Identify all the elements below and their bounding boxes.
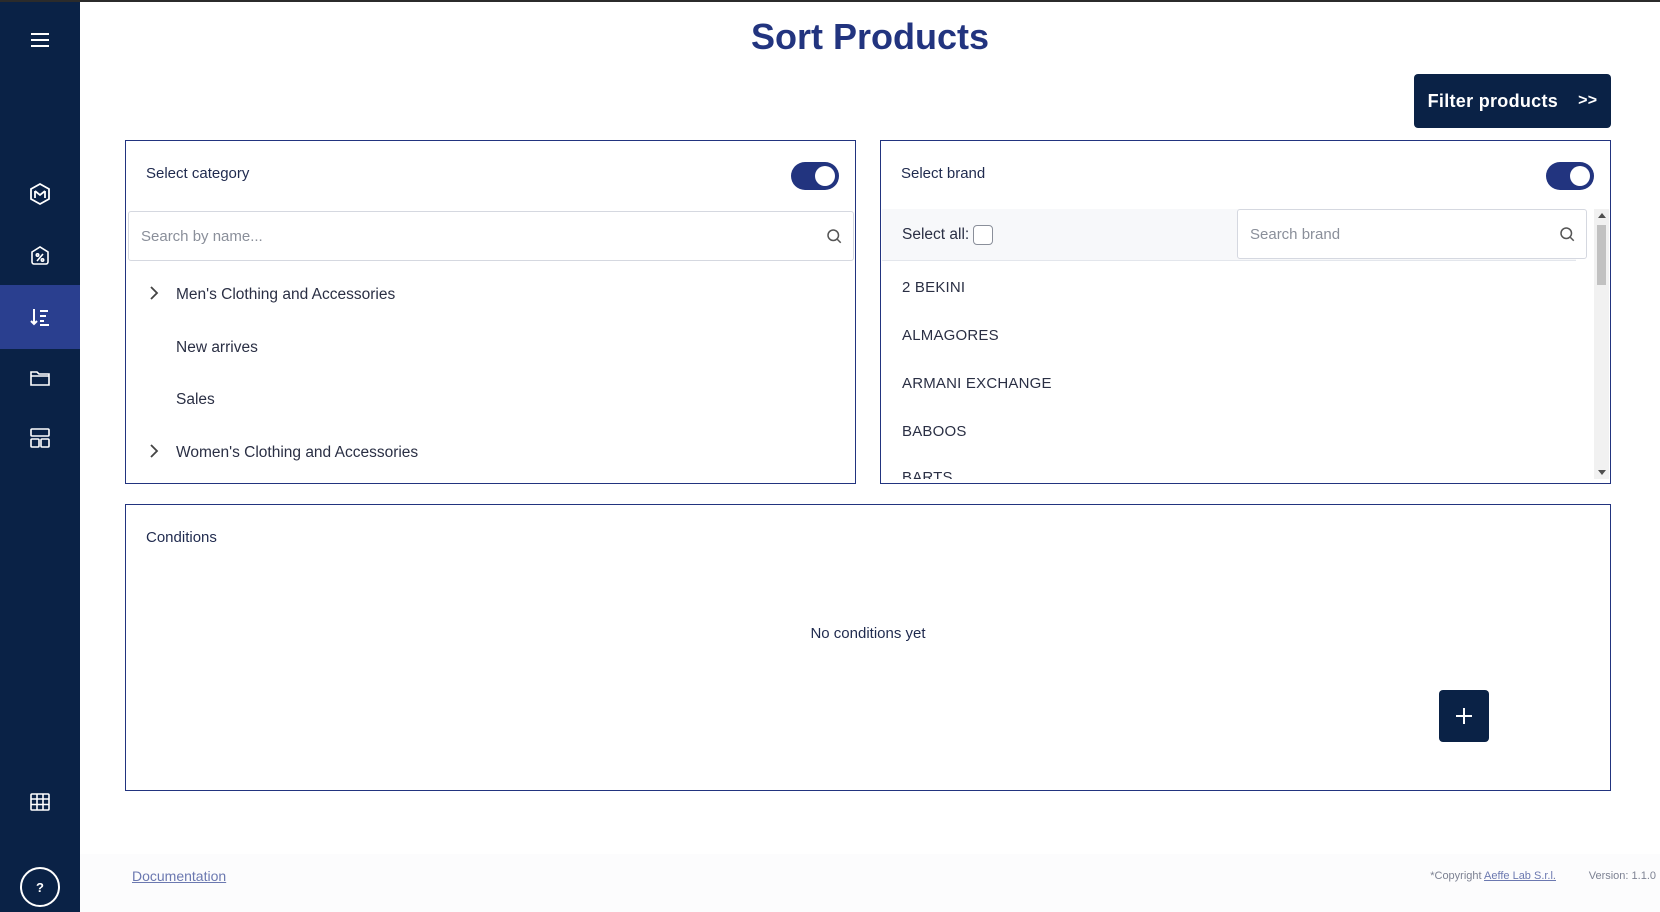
add-condition-button[interactable] [1439,690,1489,742]
brand-search-box [1237,209,1587,259]
sidebar-item-discounts[interactable] [0,224,80,288]
scroll-up-icon[interactable] [1598,213,1606,218]
brand-item[interactable]: BARTS [902,469,953,479]
copyright: *Copyright Aeffe Lab S.r.l. [1430,870,1556,882]
chevron-right-icon[interactable] [148,444,160,458]
sidebar-item-sort-products[interactable] [0,285,80,349]
sidebar: ? [0,2,80,912]
category-panel-title: Select category [146,165,250,182]
copyright-prefix: *Copyright [1430,870,1482,882]
help-icon: ? [36,879,44,895]
footer: Documentation *Copyright Aeffe Lab S.r.l… [80,854,1660,912]
empty-conditions-message: No conditions yet [810,625,926,642]
search-icon[interactable] [1558,225,1576,243]
category-item[interactable]: New arrives [176,339,258,357]
brand-panel: Select brand Select all: 2 BEKINI ALMAGO… [880,140,1611,484]
table-icon [30,793,50,811]
brand-item[interactable]: ALMAGORES [902,327,999,344]
brand-panel-title: Select brand [901,165,986,182]
sidebar-item-home[interactable] [0,162,80,226]
brand-list-header: Select all: [882,209,1587,261]
company-link[interactable]: Aeffe Lab S.r.l. [1484,870,1556,882]
filter-products-label: Filter products [1427,90,1559,111]
sidebar-item-layouts[interactable] [0,406,80,470]
documentation-link[interactable]: Documentation [132,868,226,884]
layout-icon [30,428,50,448]
category-search-box [128,211,854,261]
discount-tag-icon [31,246,49,265]
main-content: Sort Products Filter products >> Select … [80,2,1660,912]
menu-icon [31,33,49,47]
brand-scrollbar[interactable] [1594,209,1609,479]
brand-item[interactable]: ARMANI EXCHANGE [902,375,1052,392]
chevron-right-icon[interactable] [148,286,160,300]
filter-products-button[interactable]: Filter products >> [1414,74,1611,128]
select-all-label: Select all: [902,226,970,243]
plus-icon [1456,708,1472,724]
brand-item[interactable]: BABOOS [902,423,967,440]
scroll-down-icon[interactable] [1598,470,1606,475]
category-toggle[interactable] [791,162,839,190]
help-button[interactable]: ? [20,867,60,907]
category-item[interactable]: Sales [176,391,215,409]
folder-icon [30,371,50,386]
conditions-panel: Conditions No conditions yet [125,504,1611,791]
search-icon[interactable] [825,227,843,245]
category-item[interactable]: Women's Clothing and Accessories [176,444,418,462]
logo-icon [30,182,50,206]
category-item[interactable]: Men's Clothing and Accessories [176,286,395,304]
menu-button[interactable] [0,8,80,72]
category-search-input[interactable] [129,212,853,260]
double-arrow-icon: >> [1578,92,1598,109]
page-title: Sort Products [750,16,990,57]
select-all[interactable]: Select all: [902,225,994,245]
sort-icon [30,309,49,326]
category-panel: Select category Men's Clothing and Acces… [125,140,856,484]
select-all-checkbox[interactable] [973,225,994,245]
brand-search-input[interactable] [1238,210,1586,258]
brand-toggle[interactable] [1546,162,1594,190]
version-label: Version: 1.1.0 [1588,870,1656,882]
conditions-panel-title: Conditions [146,529,217,546]
sidebar-item-files[interactable] [0,346,80,410]
scroll-thumb[interactable] [1597,225,1606,285]
brand-item[interactable]: 2 BEKINI [902,279,965,296]
sidebar-item-tables[interactable] [0,770,80,834]
brand-list: 2 BEKINI ALMAGORES ARMANI EXCHANGE BABOO… [882,261,1572,479]
